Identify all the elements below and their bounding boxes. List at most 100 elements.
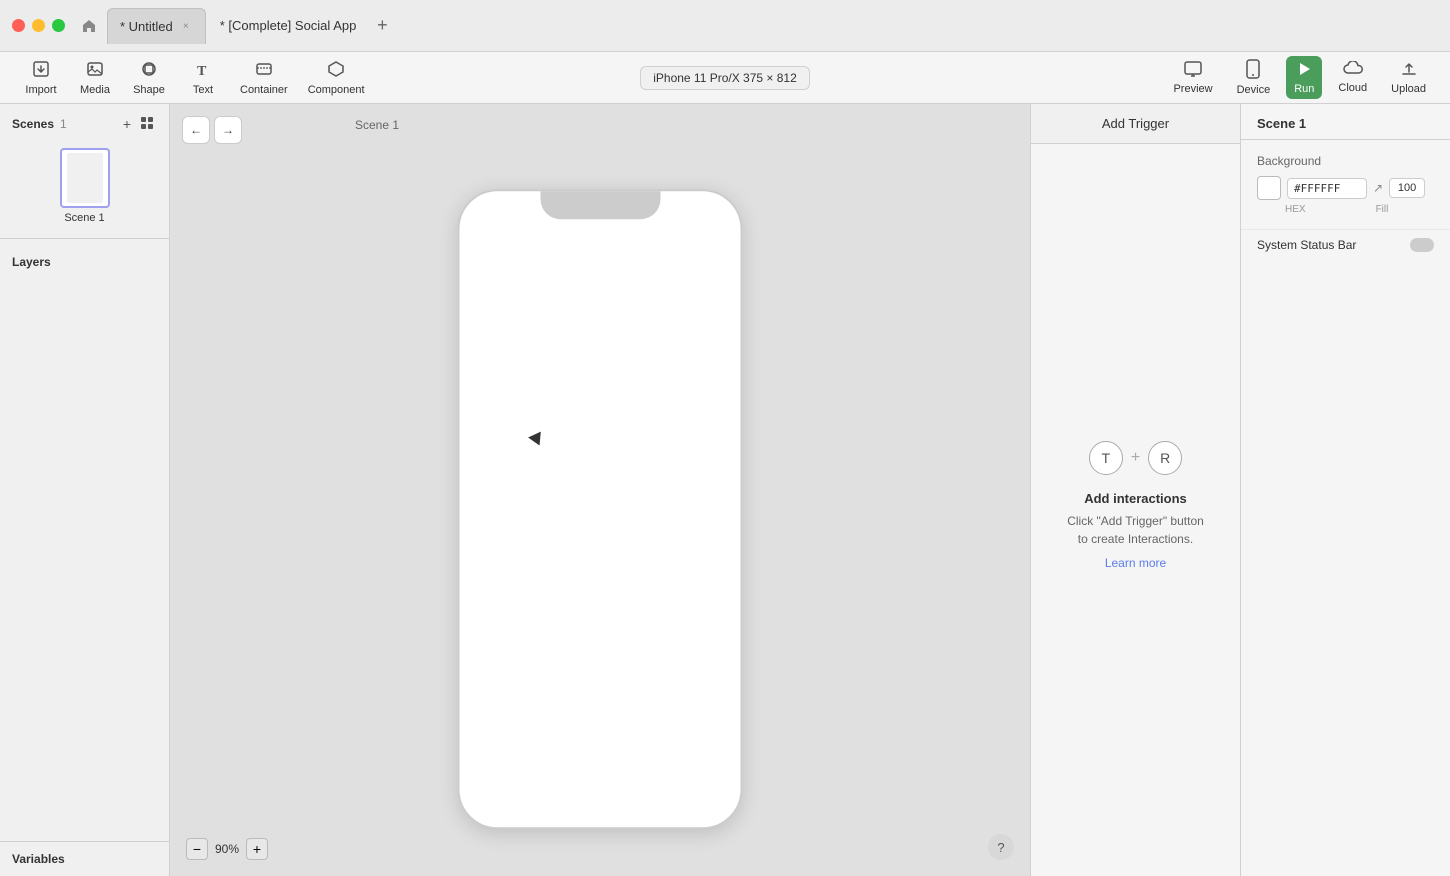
zoom-controls: − 90% + — [186, 838, 268, 860]
preview-icon — [1183, 60, 1203, 81]
trigger-panel: Add Trigger T + R Add interactions — [1031, 104, 1241, 876]
scene-name-label: Scene 1 — [64, 212, 104, 224]
add-tab-button[interactable]: + — [370, 14, 394, 38]
sidebar-divider — [0, 238, 169, 239]
media-icon — [86, 60, 104, 82]
container-icon — [255, 60, 273, 82]
cloud-label: Cloud — [1338, 82, 1367, 94]
nav-forward-button[interactable]: → — [214, 116, 242, 144]
shape-button[interactable]: Shape — [124, 56, 174, 100]
upload-icon — [1400, 60, 1418, 81]
tab-untitled-label: * Untitled — [120, 19, 173, 34]
fill-meta-label: Fill — [1376, 204, 1389, 215]
link-icon[interactable]: ↗ — [1373, 181, 1383, 195]
add-scene-button[interactable]: + — [121, 114, 133, 134]
run-icon — [1295, 60, 1313, 81]
scenes-view-toggle[interactable] — [139, 114, 157, 134]
import-label: Import — [25, 84, 56, 96]
tab-social-app[interactable]: * [Complete] Social App — [208, 8, 369, 44]
phone-mockup-wrapper — [458, 189, 743, 829]
zoom-out-button[interactable]: − — [186, 838, 208, 860]
close-button[interactable] — [12, 19, 25, 32]
color-meta: HEX Fill — [1257, 204, 1434, 215]
t-r-badge: T + R — [1089, 441, 1182, 475]
component-icon — [327, 60, 345, 82]
tab-untitled[interactable]: * Untitled × — [107, 8, 206, 44]
sidebar-bottom: Variables — [0, 841, 169, 876]
color-swatch[interactable] — [1257, 176, 1281, 200]
import-icon — [32, 60, 50, 82]
window-controls — [12, 19, 65, 32]
learn-more-link[interactable]: Learn more — [1105, 556, 1166, 570]
scenes-list: Scene 1 — [0, 140, 169, 232]
help-button[interactable]: ? — [988, 834, 1014, 860]
preview-button[interactable]: Preview — [1165, 56, 1220, 99]
hex-input[interactable] — [1287, 178, 1367, 199]
container-button[interactable]: Container — [232, 56, 296, 100]
interactions-title: Add interactions — [1084, 491, 1187, 506]
background-section: Background ↗ HEX Fill — [1241, 140, 1450, 230]
device-icon — [1246, 59, 1260, 82]
canvas-nav: ← → — [182, 116, 242, 144]
scenes-section-header: Scenes 1 + — [0, 104, 169, 140]
preview-label: Preview — [1173, 83, 1212, 95]
text-label: Text — [193, 84, 213, 96]
component-button[interactable]: Component — [300, 56, 373, 100]
upload-button[interactable]: Upload — [1383, 56, 1434, 99]
nav-back-button[interactable]: ← — [182, 116, 210, 144]
text-icon: T — [194, 60, 212, 82]
scene-thumbnail — [60, 148, 110, 208]
add-trigger-button[interactable]: Add Trigger — [1102, 116, 1169, 131]
cloud-button[interactable]: Cloud — [1330, 57, 1375, 98]
run-label: Run — [1294, 83, 1314, 95]
response-badge: R — [1148, 441, 1182, 475]
system-status-toggle[interactable] — [1410, 238, 1434, 252]
variables-label: Variables — [12, 852, 65, 866]
tab-social-label: * [Complete] Social App — [220, 18, 357, 33]
titlebar: * Untitled × * [Complete] Social App + — [0, 0, 1450, 52]
maximize-button[interactable] — [52, 19, 65, 32]
shape-label: Shape — [133, 84, 165, 96]
color-row: ↗ — [1257, 176, 1434, 200]
phone-mockup — [458, 189, 743, 829]
scenes-title: Scenes 1 — [12, 117, 67, 131]
main-layout: Scenes 1 + Scene — [0, 104, 1450, 876]
tab-close-icon[interactable]: × — [179, 19, 193, 33]
layers-title: Layers — [12, 255, 51, 269]
scene-item[interactable]: Scene 1 — [8, 144, 161, 228]
left-sidebar: Scenes 1 + Scene — [0, 104, 170, 876]
run-button[interactable]: Run — [1286, 56, 1322, 99]
media-label: Media — [80, 84, 110, 96]
upload-label: Upload — [1391, 83, 1426, 95]
scene-props-title: Scene 1 — [1257, 116, 1306, 131]
scenes-actions: + — [121, 114, 157, 134]
toolbar-right: Preview Device Run — [810, 55, 1450, 100]
toolbar-left: Import Media Shape — [0, 56, 640, 100]
zoom-in-button[interactable]: + — [246, 838, 268, 860]
trigger-badge: T — [1089, 441, 1123, 475]
minimize-button[interactable] — [32, 19, 45, 32]
canvas-scene-label: Scene 1 — [355, 118, 399, 132]
container-label: Container — [240, 84, 288, 96]
system-status-label: System Status Bar — [1257, 238, 1356, 252]
home-icon[interactable] — [77, 14, 101, 38]
props-header: Scene 1 — [1241, 104, 1450, 140]
right-split: Add Trigger T + R Add interactions — [1031, 104, 1450, 876]
device-btn-label: Device — [1237, 84, 1271, 96]
interactions-placeholder: T + R Add interactions Click "Add Trigge… — [1031, 144, 1240, 866]
media-button[interactable]: Media — [70, 56, 120, 100]
shape-icon — [140, 60, 158, 82]
system-status-row: System Status Bar — [1241, 230, 1450, 260]
device-button[interactable]: Device — [1229, 55, 1279, 100]
text-button[interactable]: T Text — [178, 56, 228, 100]
fill-input[interactable] — [1389, 178, 1425, 198]
device-selector[interactable]: iPhone 11 Pro/X 375 × 812 — [640, 66, 810, 90]
plus-separator: + — [1131, 449, 1140, 467]
background-label: Background — [1257, 154, 1434, 168]
canvas-area[interactable]: ← → Scene 1 − 90% + ? — [170, 104, 1030, 876]
phone-notch — [540, 191, 660, 219]
import-button[interactable]: Import — [16, 56, 66, 100]
right-panels: Add Trigger T + R Add interactions — [1030, 104, 1450, 876]
toolbar: Import Media Shape — [0, 52, 1450, 104]
cloud-icon — [1343, 61, 1363, 80]
